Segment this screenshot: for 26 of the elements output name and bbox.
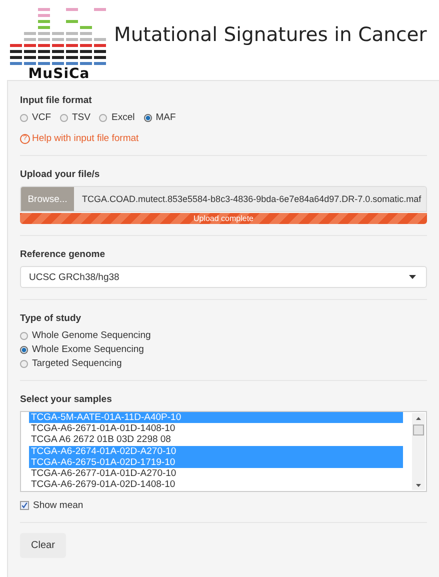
sample-option[interactable]: TCGA A6 2672 01B 03D 2298 08: [29, 434, 403, 446]
checkbox[interactable]: [20, 501, 29, 510]
radio-option[interactable]: TSV: [60, 112, 90, 123]
radio-option[interactable]: Whole Genome Sequencing: [20, 330, 427, 341]
section-label: Reference genome: [20, 249, 106, 260]
section-label: Input file format: [20, 95, 93, 106]
section-label: Type of study: [20, 313, 82, 324]
progress-text: Upload complete: [192, 213, 255, 224]
radio-option[interactable]: Whole Exome Sequencing: [20, 344, 427, 355]
genome-select[interactable]: UCSC GRCh38/hg38: [20, 266, 427, 288]
sample-option[interactable]: TCGA-A6-2679-01A-02D-1408-10: [29, 479, 403, 490]
clear-button[interactable]: Clear: [20, 533, 66, 558]
scrollbar[interactable]: [412, 413, 425, 490]
caret-icon: [409, 275, 416, 279]
section-label: Upload your file/s: [20, 169, 101, 180]
radio-option[interactable]: Excel: [99, 112, 135, 123]
radio-option[interactable]: Targeted Sequencing: [20, 358, 427, 369]
sample-option[interactable]: TCGA-A6-2671-01A-01D-1408-10: [29, 423, 403, 434]
logo-text: MuSiCa: [28, 66, 90, 82]
radio-option[interactable]: VCF: [20, 112, 51, 123]
radio-option[interactable]: MAF: [144, 112, 176, 123]
samples-listbox[interactable]: [20, 411, 427, 492]
section-label: Select your samples: [20, 394, 113, 405]
checkbox-label: Show mean: [33, 500, 84, 511]
sample-option[interactable]: TCGA-A6-2677-01A-01D-A270-10: [29, 468, 403, 480]
page-title: Mutational Signatures in Cancer: [114, 22, 427, 48]
